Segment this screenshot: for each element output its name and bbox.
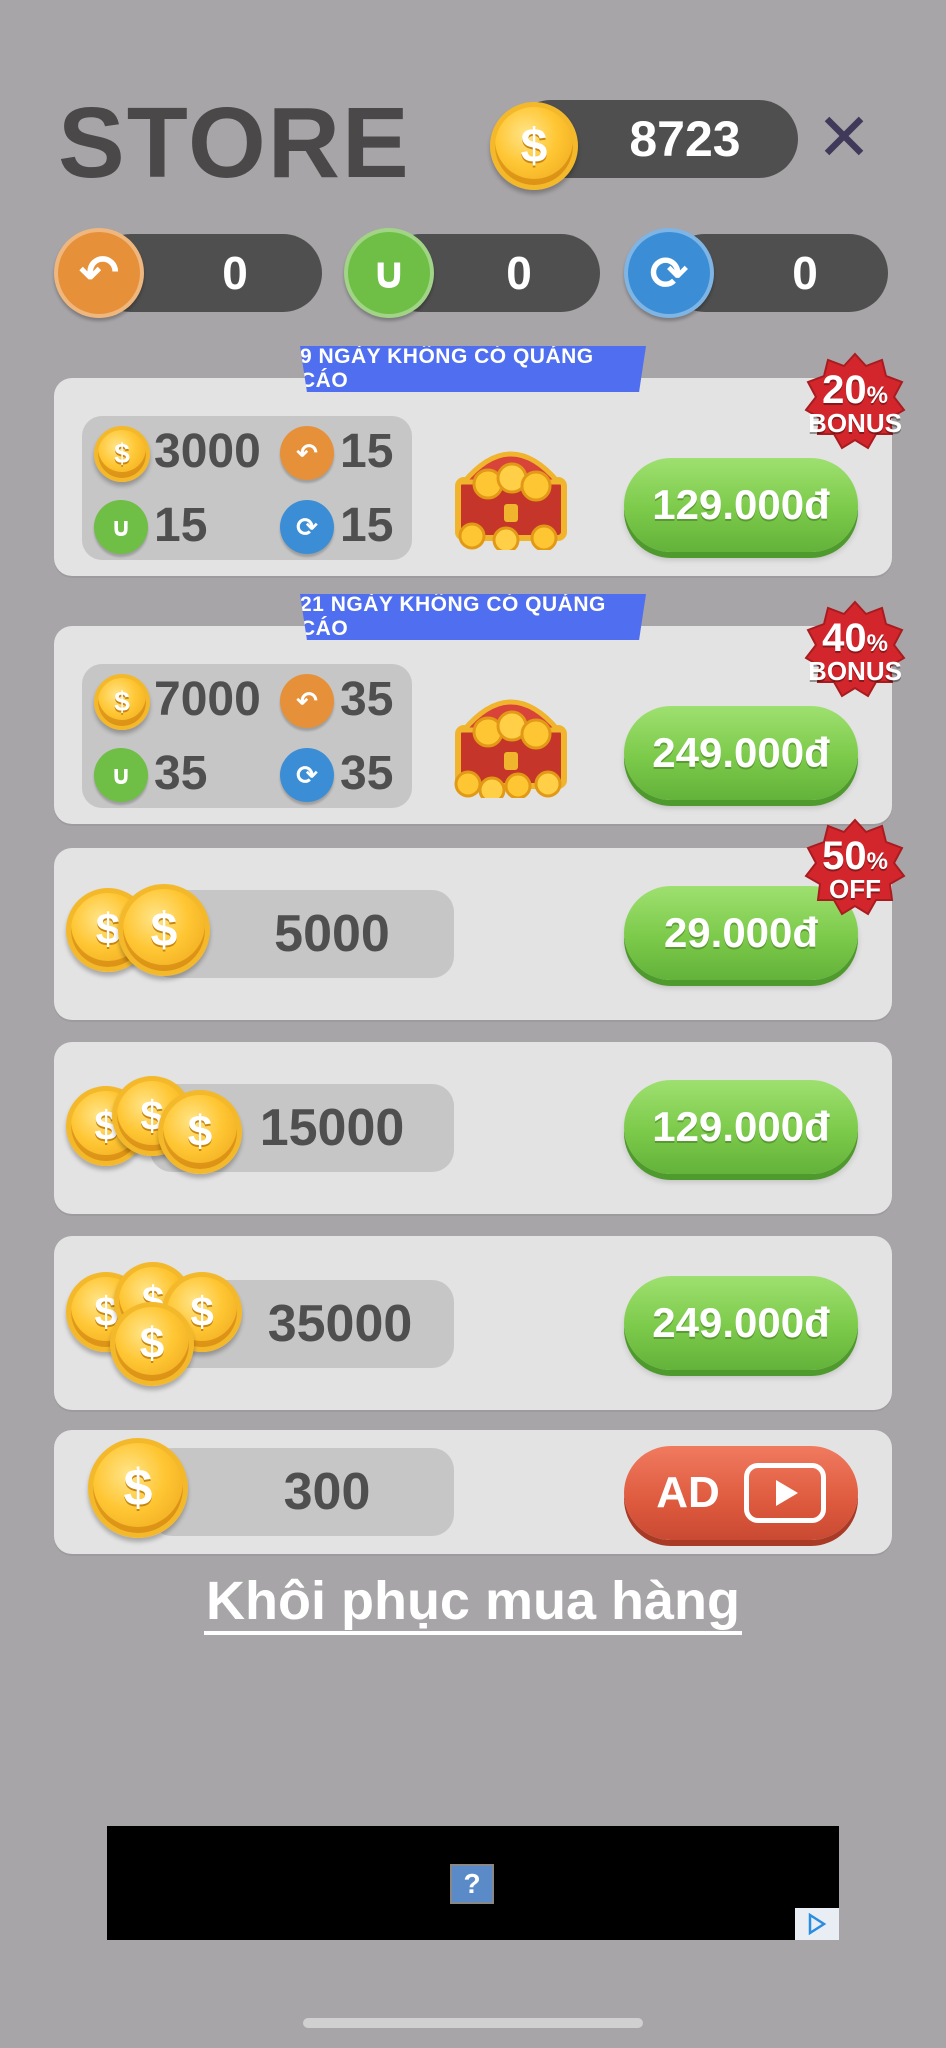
undo-icon: ↶ [54,228,144,318]
bundle-undo: 15 [340,425,394,478]
badge-label: BONUS [808,656,902,686]
bundle-undo: 35 [340,673,394,726]
bundle-magnet: 35 [154,747,208,800]
magnet-icon: ∪ [344,228,434,318]
badge-unit: % [866,848,888,875]
buy-bundle-button[interactable]: 249.000đ [624,706,858,800]
badge-unit: % [866,382,888,409]
bundle-coins: 3000 [154,425,261,478]
treasure-chest-icon [454,699,567,798]
coin-icon: $ [490,102,578,190]
buy-coins-button[interactable]: 249.000đ [624,1276,858,1370]
treasure-chest-icon [455,451,567,550]
buy-bundle-button[interactable]: 129.000đ [624,458,858,552]
coin-icon: $ [118,884,210,976]
bundle-coins: 7000 [154,673,261,726]
restore-purchases-link[interactable]: Khôi phục mua hàng [0,1570,946,1635]
ad-label: AD [656,1468,720,1517]
broken-image-icon: ? [450,1864,494,1904]
coin-icon: $ [158,1090,242,1174]
bonus-badge: 20% BONUS [804,352,906,454]
badge-label: OFF [829,874,881,904]
magnet-icon: ∪ [94,748,148,802]
coin-icon: $ [94,674,150,730]
close-button[interactable]: ✕ [812,102,876,172]
coin-icon: $ [110,1302,194,1386]
home-indicator[interactable] [303,2018,643,2028]
badge-percent: 50 [822,834,867,878]
no-ads-ribbon: 9 NGÀY KHÔNG CÓ QUẢNG CÁO [300,346,646,392]
bundle-shuffle: 15 [340,499,394,552]
bundle-magnet: 15 [154,499,208,552]
shuffle-icon: ⟳ [624,228,714,318]
bonus-badge: 40% BONUS [804,600,906,702]
adchoices-icon[interactable] [795,1908,839,1940]
undo-icon: ↶ [280,674,334,728]
page-title: STORE [58,87,411,199]
discount-badge: 50% OFF [804,818,906,920]
badge-percent: 20 [822,368,867,412]
bundle-shuffle: 35 [340,747,394,800]
badge-label: BONUS [808,408,902,438]
watch-ad-button[interactable]: AD [624,1446,858,1540]
restore-label: Khôi phục mua hàng [204,1571,742,1635]
badge-unit: % [866,630,888,657]
buy-coins-button[interactable]: 129.000đ [624,1080,858,1174]
undo-icon: ↶ [280,426,334,480]
ad-reward-amount: 300 [150,1448,454,1536]
play-icon [743,1463,826,1523]
no-ads-ribbon: 21 NGÀY KHÔNG CÓ QUẢNG CÁO [300,594,646,640]
coin-icon: $ [94,426,150,482]
shuffle-icon: ⟳ [280,748,334,802]
coin-icon: $ [88,1438,188,1538]
magnet-icon: ∪ [94,500,148,554]
shuffle-icon: ⟳ [280,500,334,554]
badge-percent: 40 [822,616,867,660]
